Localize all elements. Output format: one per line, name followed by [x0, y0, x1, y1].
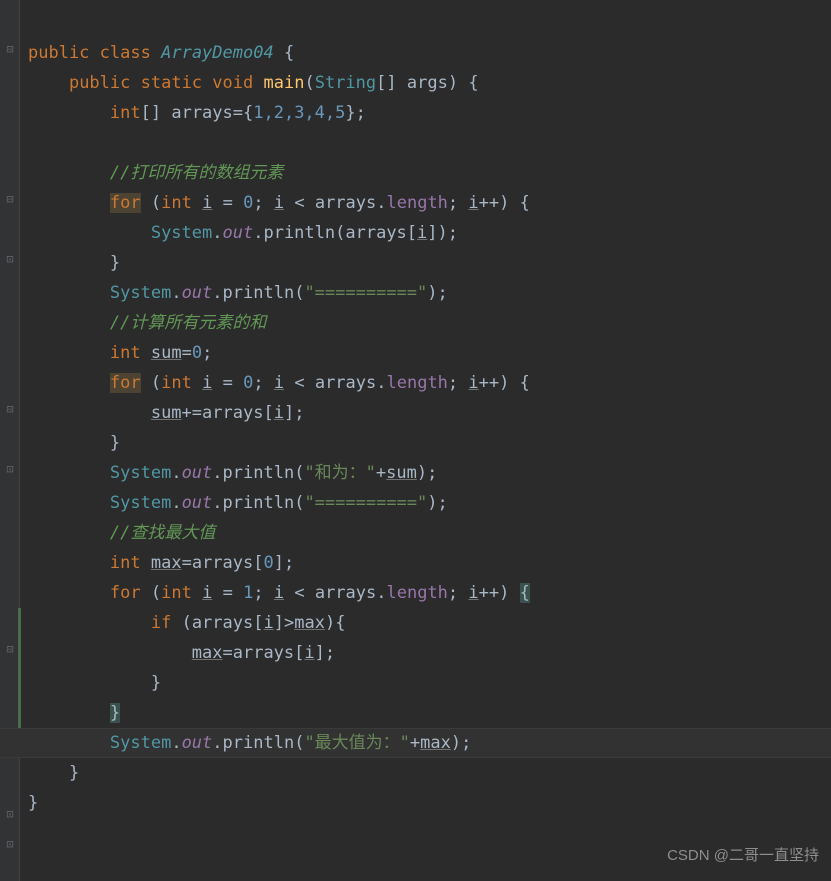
change-bar: [18, 608, 21, 738]
line: //计算所有元素的和: [28, 313, 266, 333]
fold-end-icon[interactable]: [4, 463, 16, 475]
line: sum+=arrays[i];: [28, 403, 304, 423]
fold-icon[interactable]: [4, 643, 16, 655]
line: //打印所有的数组元素: [28, 163, 283, 183]
line: }: [28, 253, 120, 273]
line: public static void main(String[] args) {: [28, 73, 479, 93]
line: for (int i = 1; i < arrays.length; i++) …: [28, 583, 530, 603]
line: System.out.println("==========");: [28, 283, 448, 303]
line: System.out.println(arrays[i]);: [28, 223, 458, 243]
fold-icon[interactable]: [4, 403, 16, 415]
line: for (int i = 0; i < arrays.length; i++) …: [28, 373, 530, 393]
line: System.out.println("和为："+sum);: [28, 463, 437, 483]
line: }: [28, 673, 161, 693]
line: if (arrays[i]>max){: [28, 613, 345, 633]
line: int sum=0;: [28, 343, 212, 363]
line: }: [28, 433, 120, 453]
line: System.out.println("最大值为："+max);: [28, 733, 471, 753]
line: max=arrays[i];: [28, 643, 335, 663]
line: public class ArrayDemo04 {: [28, 43, 294, 63]
fold-icon[interactable]: [4, 193, 16, 205]
line: //查找最大值: [28, 523, 215, 543]
line: System.out.println("==========");: [28, 493, 448, 513]
fold-end-icon[interactable]: [4, 838, 16, 850]
line: for (int i = 0; i < arrays.length; i++) …: [28, 193, 530, 213]
line: [28, 133, 38, 153]
line: }: [28, 793, 38, 813]
fold-icon[interactable]: [4, 43, 16, 55]
line: }: [28, 763, 79, 783]
code-editor[interactable]: public class ArrayDemo04 { public static…: [28, 8, 825, 818]
line: int[] arrays={1,2,3,4,5};: [28, 103, 366, 123]
fold-end-icon[interactable]: [4, 253, 16, 265]
line: }: [28, 703, 120, 723]
watermark: CSDN @二哥一直坚持: [667, 841, 819, 871]
line: int max=arrays[0];: [28, 553, 294, 573]
fold-end-icon[interactable]: [4, 808, 16, 820]
